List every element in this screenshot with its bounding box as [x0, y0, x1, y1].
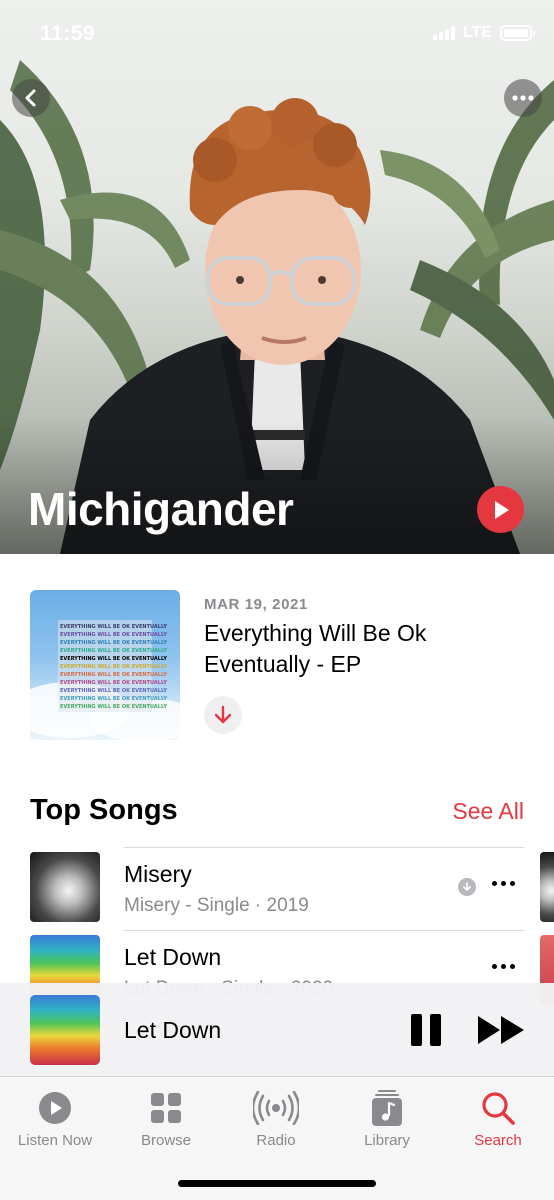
see-all-button[interactable]: See All: [452, 798, 524, 825]
status-indicators: LTE: [432, 24, 535, 42]
top-songs-header: Top Songs See All: [30, 792, 524, 832]
svg-text:EVERYTHING WILL BE OK EVENTUAL: EVERYTHING WILL BE OK EVENTUALLY: [60, 696, 167, 702]
svg-text:EVERYTHING WILL BE OK EVENTUAL: EVERYTHING WILL BE OK EVENTUALLY: [60, 640, 167, 646]
tab-label: Browse: [140, 1132, 192, 1149]
back-button[interactable]: [12, 79, 50, 117]
tab-browse[interactable]: Browse: [111, 1088, 221, 1152]
play-icon: [494, 500, 509, 519]
download-release-button[interactable]: [204, 696, 242, 734]
song-row[interactable]: Misery Misery - Single · 2019: [30, 847, 554, 929]
artist-name: Michigander: [28, 483, 294, 535]
release-artwork[interactable]: EVERYTHING WILL BE OK EVENTUALLY EVERYTH…: [30, 590, 180, 740]
song-more-button[interactable]: [492, 964, 515, 969]
svg-text:EVERYTHING WILL BE OK EVENTUAL: EVERYTHING WILL BE OK EVENTUALLY: [60, 704, 167, 710]
svg-text:EVERYTHING WILL BE OK EVENTUAL: EVERYTHING WILL BE OK EVENTUALLY: [60, 648, 167, 654]
tab-search[interactable]: Search: [443, 1088, 553, 1152]
next-column-artwork[interactable]: [540, 852, 554, 922]
ellipsis-icon: [512, 95, 534, 101]
release-title[interactable]: Everything Will Be Ok Eventually - EP: [204, 618, 504, 680]
tab-label: Radio: [256, 1132, 296, 1149]
downloaded-icon: [458, 878, 476, 896]
tab-radio[interactable]: Radio: [221, 1088, 331, 1152]
music-note-stack-icon: [372, 1090, 402, 1126]
song-artwork: [30, 852, 100, 922]
radio-waves-icon: [253, 1091, 299, 1125]
svg-text:EVERYTHING WILL BE OK EVENTUAL: EVERYTHING WILL BE OK EVENTUALLY: [60, 688, 167, 694]
svg-text:EVERYTHING WILL BE OK EVENTUAL: EVERYTHING WILL BE OK EVENTUALLY: [60, 680, 167, 686]
search-icon: [482, 1092, 515, 1125]
now-playing-artwork[interactable]: [30, 995, 100, 1065]
battery-icon: [500, 25, 535, 41]
tab-library[interactable]: Library: [332, 1088, 442, 1152]
status-time: 11:59: [40, 22, 96, 45]
network-type: LTE: [462, 24, 492, 41]
pause-icon: [411, 1014, 422, 1046]
fast-forward-button[interactable]: [476, 1014, 526, 1046]
latest-release[interactable]: EVERYTHING WILL BE OK EVENTUALLY EVERYTH…: [30, 590, 530, 750]
chevron-left-icon: [25, 89, 36, 107]
home-indicator[interactable]: [178, 1180, 376, 1187]
svg-text:EVERYTHING WILL BE OK EVENTUAL: EVERYTHING WILL BE OK EVENTUALLY: [60, 664, 167, 670]
svg-text:EVERYTHING WILL BE OK EVENTUAL: EVERYTHING WILL BE OK EVENTUALLY: [60, 672, 167, 678]
now-playing-title[interactable]: Let Down: [124, 1017, 221, 1044]
release-date: MAR 19, 2021: [204, 596, 308, 613]
song-title: Let Down: [124, 944, 222, 970]
play-artist-button[interactable]: [477, 486, 524, 533]
tab-label: Library: [364, 1132, 410, 1149]
arrow-down-icon: [214, 705, 232, 724]
song-more-button[interactable]: [492, 881, 515, 886]
svg-text:EVERYTHING WILL BE OK EVENTUAL: EVERYTHING WILL BE OK EVENTUALLY: [60, 632, 167, 638]
row-divider: [124, 847, 524, 848]
svg-text:EVERYTHING WILL BE OK EVENTUAL: EVERYTHING WILL BE OK EVENTUALLY: [60, 656, 167, 662]
artist-hero: 11:59 LTE Michigander: [0, 0, 554, 554]
cellular-signal-icon: [432, 26, 455, 40]
grid-icon: [151, 1093, 181, 1123]
tab-listen-now[interactable]: Listen Now: [0, 1088, 110, 1152]
release-artwork-graphic: EVERYTHING WILL BE OK EVENTUALLY EVERYTH…: [30, 620, 180, 740]
tab-label: Listen Now: [17, 1132, 93, 1149]
song-title: Misery: [124, 861, 192, 887]
section-title: Top Songs: [30, 794, 178, 826]
row-divider: [124, 930, 524, 931]
status-bar: 11:59 LTE: [0, 0, 554, 70]
svg-text:EVERYTHING WILL BE OK EVENTUAL: EVERYTHING WILL BE OK EVENTUALLY: [60, 624, 167, 630]
play-circle-icon: [39, 1092, 71, 1124]
more-options-button[interactable]: [504, 79, 542, 117]
artist-photo: [0, 60, 554, 554]
mini-player[interactable]: Let Down: [0, 983, 554, 1077]
song-subtitle: Misery - Single · 2019: [124, 895, 309, 916]
pause-button[interactable]: [411, 1014, 441, 1046]
tab-label: Search: [474, 1132, 522, 1149]
